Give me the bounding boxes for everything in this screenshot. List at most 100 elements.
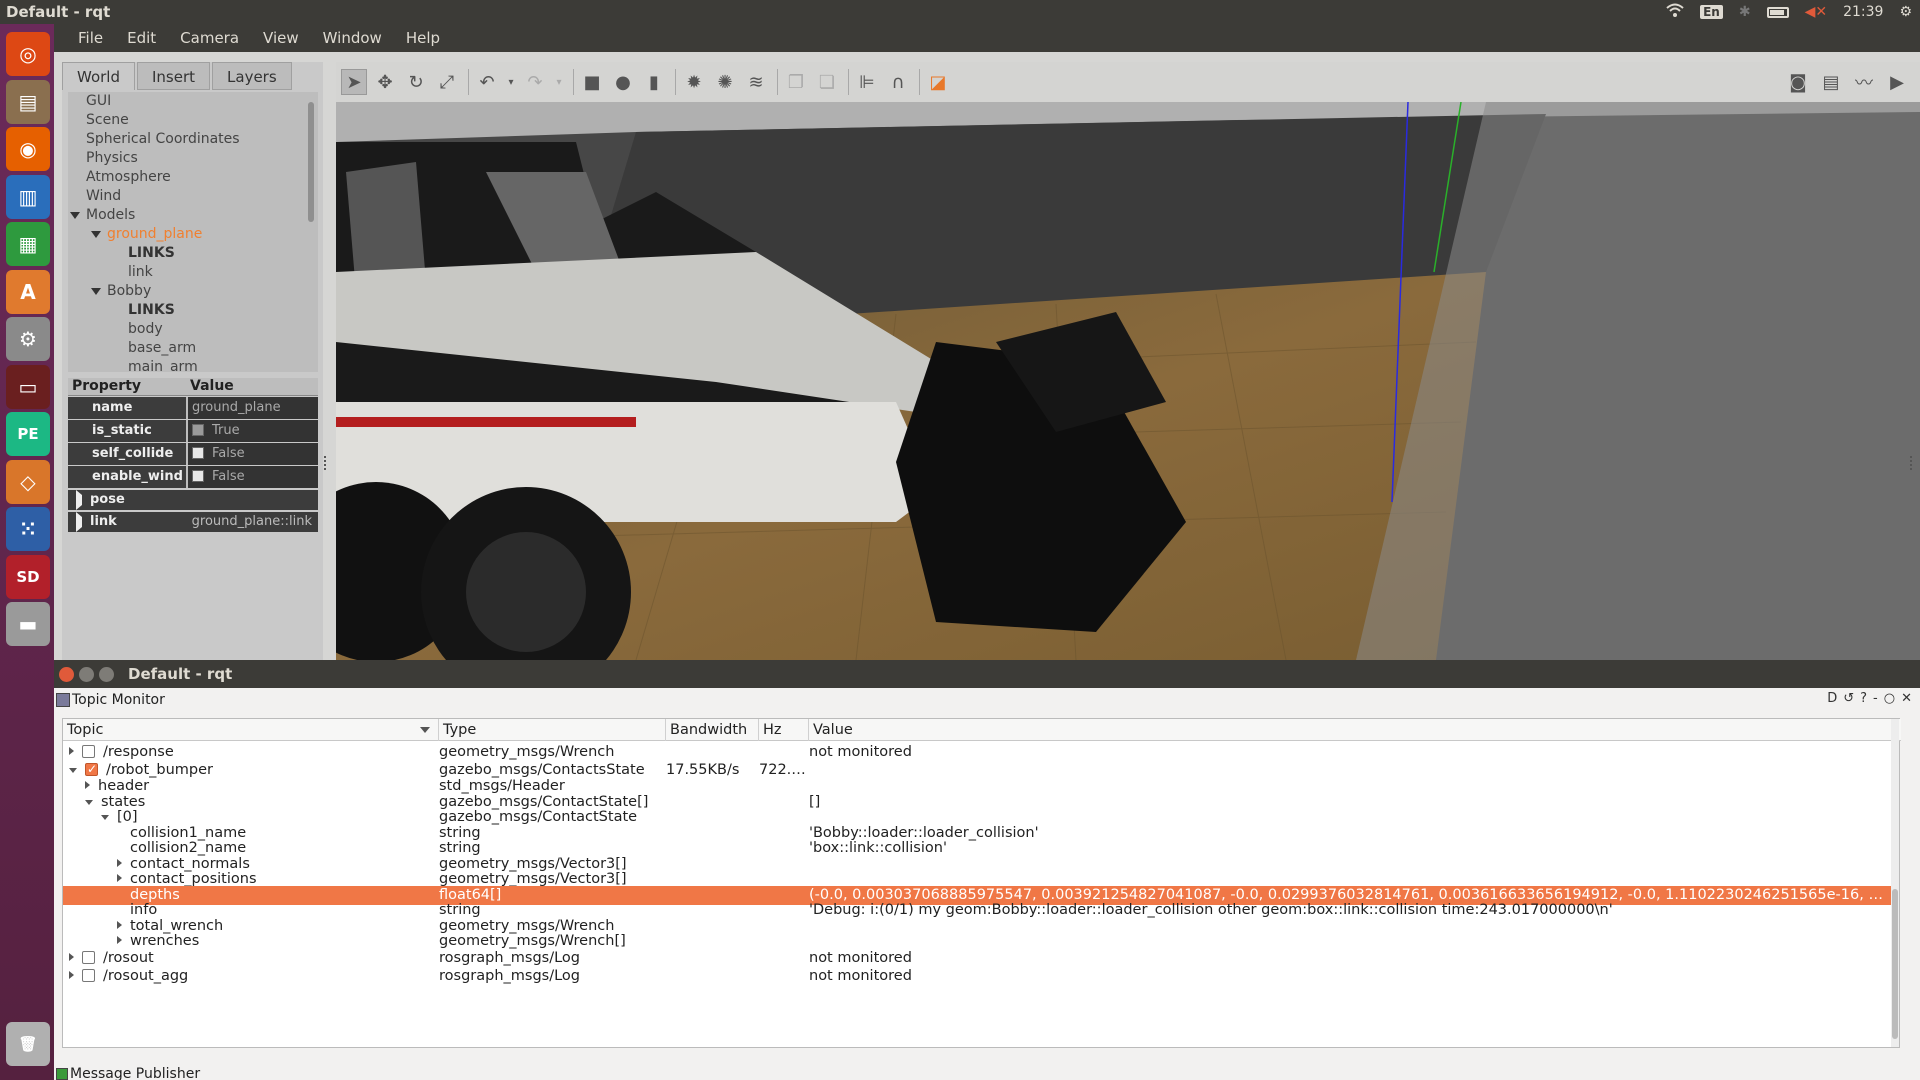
minimize-window-icon[interactable] (79, 666, 94, 682)
tree-item[interactable]: Scene (86, 111, 129, 130)
spot-light-icon[interactable]: ✺ (712, 69, 738, 95)
expand-arrow-icon[interactable] (85, 781, 90, 789)
system-settings-icon[interactable]: ⚙ (6, 317, 50, 361)
menu-camera[interactable]: Camera (180, 29, 239, 47)
menu-view[interactable]: View (263, 29, 299, 47)
snap-magnet-icon[interactable]: ∩ (885, 69, 911, 95)
writer-icon[interactable]: ▥ (6, 174, 50, 219)
col-bandwidth[interactable]: Bandwidth (666, 719, 759, 741)
settings-gear-icon[interactable]: ⚙ (1899, 4, 1912, 20)
tree-item[interactable]: base_arm (128, 339, 196, 358)
tree-item[interactable]: Wind (86, 187, 121, 206)
align-icon[interactable]: ⊫ (854, 69, 880, 95)
scene-render[interactable] (336, 101, 1920, 660)
expand-arrow-icon[interactable] (117, 874, 122, 882)
expand-arrow-icon[interactable] (117, 936, 122, 944)
expand-arrow-icon[interactable] (85, 800, 93, 805)
screenshot-camera-icon[interactable]: ◙ (1785, 69, 1811, 95)
point-light-icon[interactable]: ✹ (681, 69, 707, 95)
clock[interactable]: 21:39 (1843, 4, 1883, 20)
tree-item[interactable]: Physics (86, 149, 138, 168)
tree-item[interactable]: Models (70, 206, 135, 225)
plot-icon[interactable]: 〰 (1851, 69, 1877, 95)
view-angle-icon[interactable]: ◪ (925, 69, 951, 95)
copy-icon[interactable]: ❐ (783, 69, 809, 95)
trash-icon[interactable]: 🗑 (6, 1022, 50, 1066)
select-mode-icon[interactable]: ➤ (341, 69, 367, 95)
cylinder-shape-icon[interactable]: ▮ (641, 69, 667, 95)
tab-world[interactable]: World (62, 62, 135, 90)
video-record-icon[interactable]: ▶ (1884, 69, 1910, 95)
expand-arrow-icon[interactable] (91, 230, 101, 238)
property-value[interactable]: True (186, 420, 318, 442)
3d-viewport[interactable]: ➤ ✥ ↻ ⤢ ↶ ▾ ↷ ▾ ■ ● ▮ ✹ ✺ ≋ ❐ ❏ ⊫ ∩ ◪ ◙ … (336, 62, 1920, 660)
terminal-icon[interactable]: ▭ (6, 364, 50, 409)
software-center-icon[interactable]: A (6, 269, 50, 314)
expand-arrow-icon[interactable] (76, 490, 82, 510)
tree-item[interactable]: Atmosphere (86, 168, 171, 187)
app-grid-icon[interactable]: ⁙ (6, 507, 50, 551)
col-hz[interactable]: Hz (759, 719, 809, 741)
help-icon[interactable]: ? (1860, 691, 1867, 706)
right-panel-splitter-handle[interactable] (1910, 456, 1914, 470)
tree-item[interactable]: Spherical Coordinates (86, 130, 240, 149)
undo-icon[interactable]: ↶ (474, 69, 500, 95)
menu-window[interactable]: Window (323, 29, 382, 47)
monitor-checkbox[interactable] (82, 951, 95, 964)
property-value[interactable]: False (186, 466, 318, 488)
menu-file[interactable]: File (78, 29, 103, 47)
tree-item[interactable]: Bobby (91, 282, 151, 301)
paste-icon[interactable]: ❏ (814, 69, 840, 95)
wifi-icon[interactable] (1666, 3, 1684, 21)
close-window-icon[interactable] (59, 666, 74, 682)
redo-history-dropdown-icon[interactable]: ▾ (553, 69, 565, 95)
log-icon[interactable]: ▤ (1818, 69, 1844, 95)
undo-history-dropdown-icon[interactable]: ▾ (505, 69, 517, 95)
menu-help[interactable]: Help (406, 29, 440, 47)
box-shape-icon[interactable]: ■ (579, 69, 605, 95)
property-checkbox[interactable] (192, 447, 204, 459)
firefox-icon[interactable]: ◉ (6, 127, 50, 171)
battery-icon[interactable] (1766, 6, 1789, 18)
table-row[interactable]: /rosout rosgraph_msgs/Log not monitored (63, 949, 1893, 968)
sphere-shape-icon[interactable]: ● (610, 69, 636, 95)
pose-row[interactable]: pose (68, 490, 318, 510)
tree-item[interactable]: LINKS (128, 301, 175, 320)
tree-item[interactable]: link (128, 263, 153, 282)
monitor-checkbox[interactable] (82, 969, 95, 982)
expand-arrow-icon[interactable] (70, 211, 80, 219)
expand-arrow-icon[interactable] (76, 512, 82, 532)
expand-arrow-icon[interactable] (69, 768, 77, 773)
col-type[interactable]: Type (439, 719, 666, 741)
tree-item[interactable]: body (128, 320, 163, 339)
property-value[interactable]: False (186, 443, 318, 465)
tree-item[interactable]: LINKS (128, 244, 175, 263)
files-icon[interactable]: ▤ (6, 79, 50, 124)
expand-arrow-icon[interactable] (69, 953, 74, 961)
gazebo-icon[interactable]: ◇ (6, 459, 50, 504)
expand-arrow-icon[interactable] (117, 859, 122, 867)
monitor-checkbox[interactable] (85, 761, 98, 779)
redo-icon[interactable]: ↷ (522, 69, 548, 95)
col-value[interactable]: Value (809, 719, 1901, 741)
sort-arrow-icon[interactable] (420, 727, 430, 733)
expand-arrow-icon[interactable] (117, 921, 122, 929)
tree-scrollbar[interactable] (308, 102, 314, 222)
tree-item[interactable]: main_arm (128, 358, 198, 372)
close-dock-icon[interactable]: ✕ (1901, 691, 1912, 706)
monitor-checkbox[interactable] (82, 745, 95, 758)
expand-arrow-icon[interactable] (69, 971, 74, 979)
dock-d-button[interactable]: D (1827, 691, 1837, 706)
expand-arrow-icon[interactable] (101, 815, 109, 820)
rotate-mode-icon[interactable]: ↻ (403, 69, 429, 95)
tree-item[interactable]: GUI (86, 92, 111, 111)
table-row[interactable]: /response geometry_msgs/Wrench not monitor… (63, 743, 1893, 762)
reload-icon[interactable]: ↺ (1843, 691, 1854, 706)
table-row[interactable]: /rosout_agg rosgraph_msgs/Log not monitore… (63, 967, 1893, 986)
maximize-window-icon[interactable] (99, 666, 114, 682)
translate-mode-icon[interactable]: ✥ (372, 69, 398, 95)
panel-splitter-handle[interactable] (324, 456, 328, 470)
link-row[interactable]: link ground_plane::link (68, 512, 318, 532)
tab-layers[interactable]: Layers (212, 62, 292, 90)
tree-item[interactable]: ground_plane (91, 225, 202, 244)
